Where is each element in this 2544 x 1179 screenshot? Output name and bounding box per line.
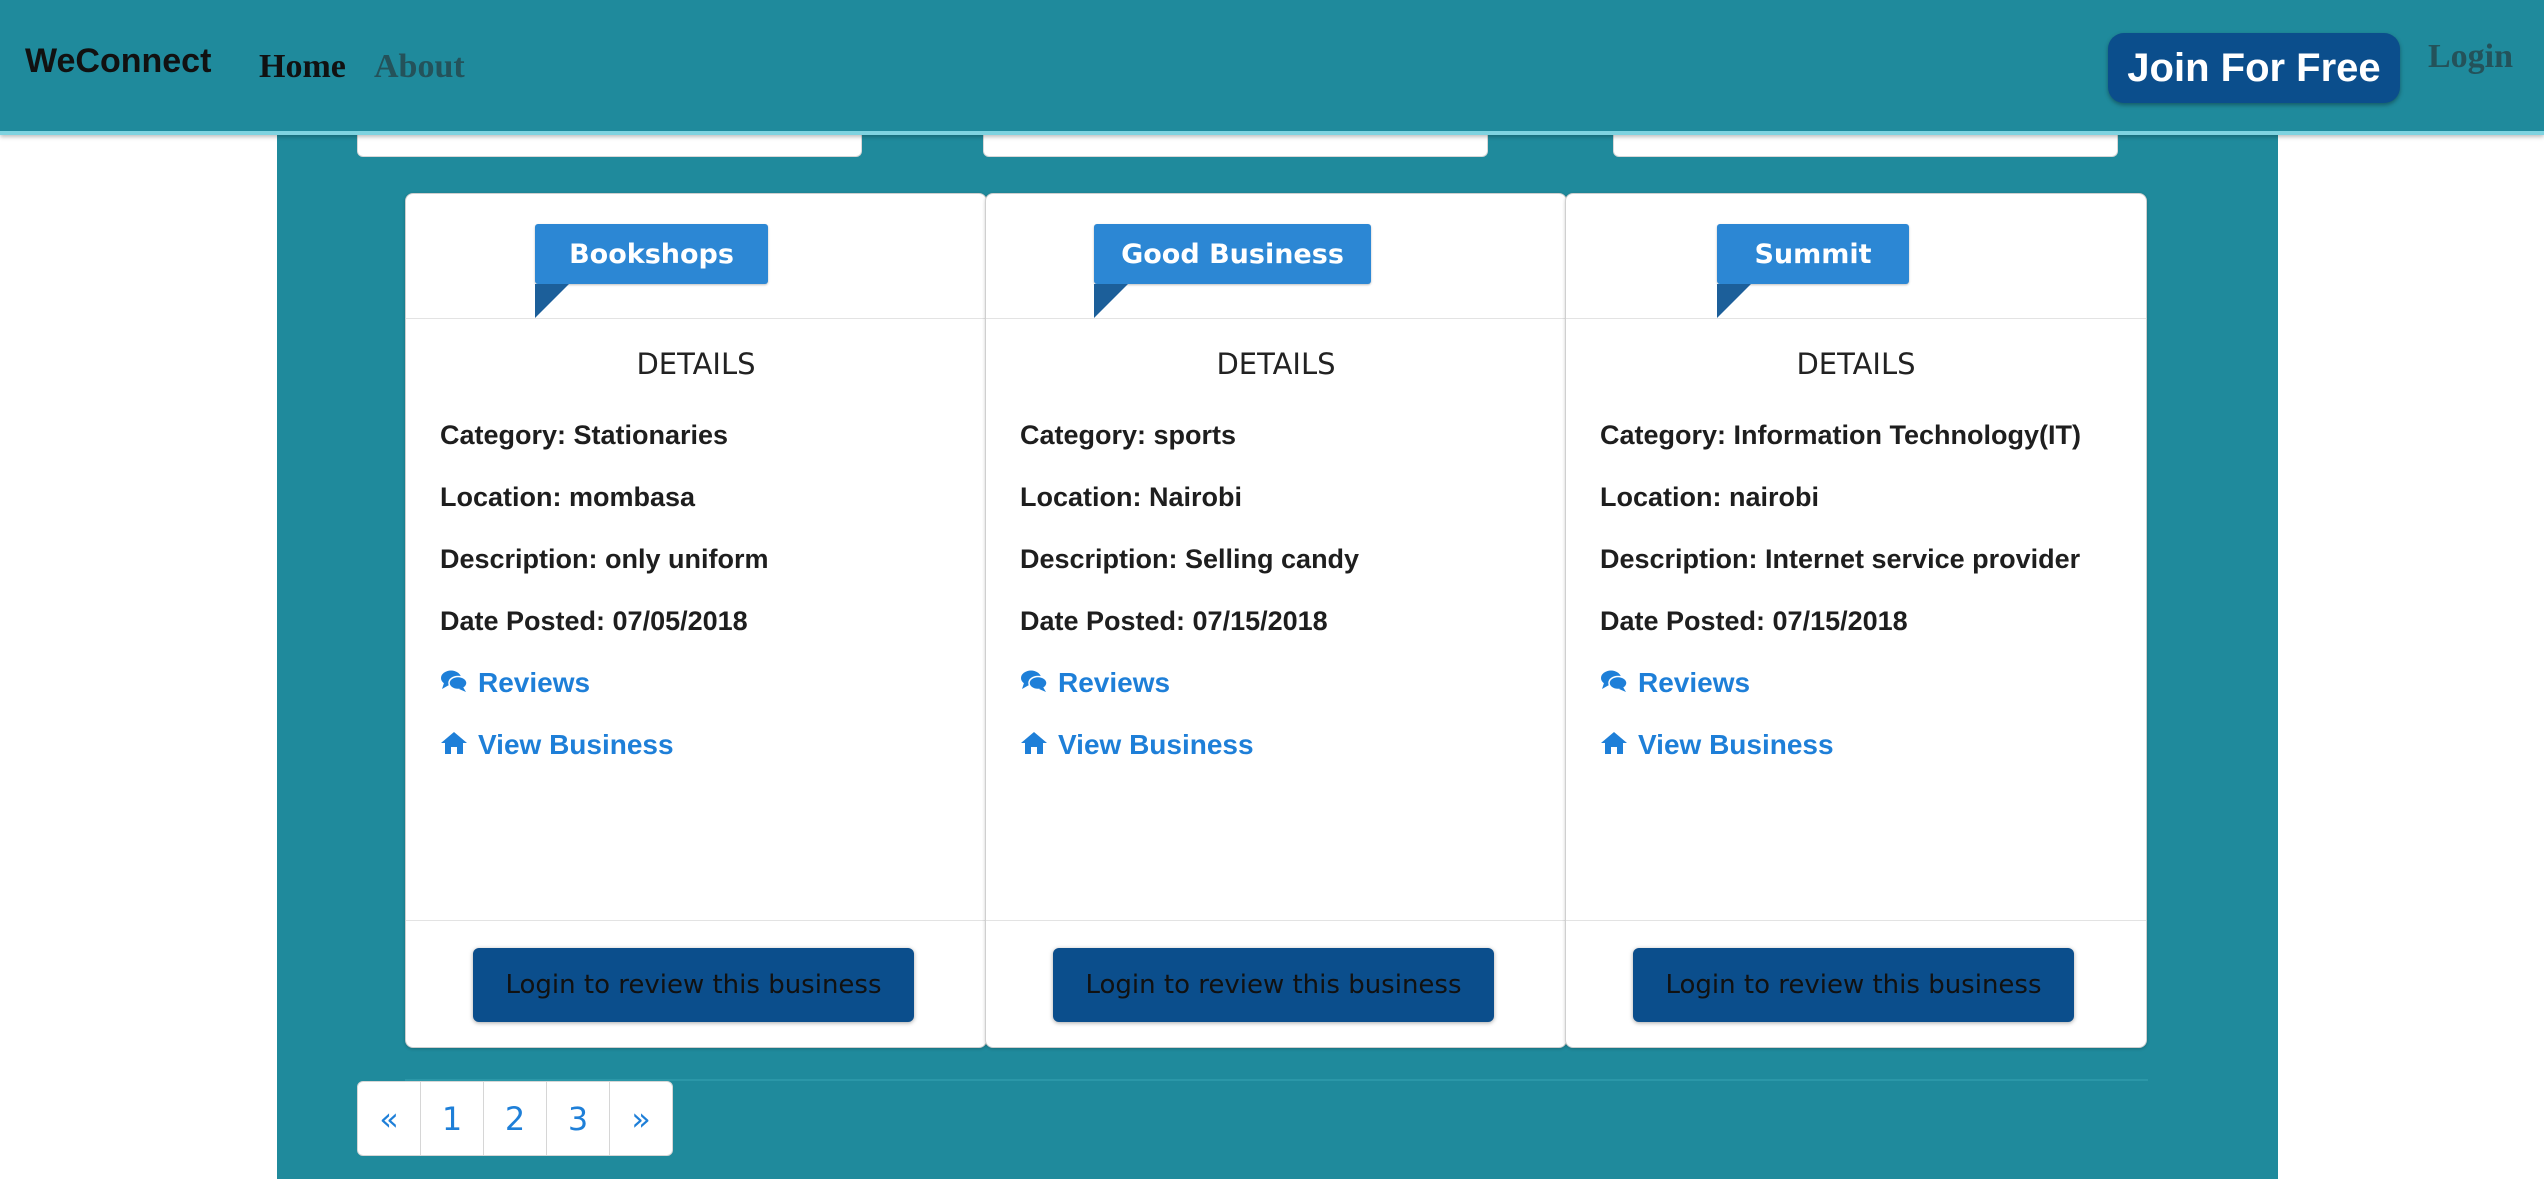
details-heading: DETAILS bbox=[1216, 347, 1336, 381]
home-icon bbox=[440, 731, 468, 760]
reviews-link-label[interactable]: Reviews bbox=[1638, 667, 1750, 699]
view-business-link[interactable]: View Business bbox=[440, 729, 674, 761]
ribbon-fold bbox=[1717, 284, 1751, 318]
business-name-ribbon: Good Business bbox=[1094, 224, 1371, 284]
date-posted-field: Date Posted: 07/15/2018 bbox=[1020, 606, 1328, 636]
date-posted-field: Date Posted: 07/05/2018 bbox=[440, 606, 748, 636]
view-business-link-label[interactable]: View Business bbox=[1638, 729, 1834, 761]
login-to-review-button[interactable]: Login to review this business bbox=[1053, 948, 1494, 1022]
login-to-review-button[interactable]: Login to review this business bbox=[473, 948, 914, 1022]
card-header: Bookshops bbox=[406, 194, 986, 319]
pagination: « 1 2 3 » bbox=[357, 1081, 673, 1156]
reviews-link[interactable]: Reviews bbox=[1600, 667, 1750, 699]
reviews-link-label[interactable]: Reviews bbox=[1058, 667, 1170, 699]
description-field: Description: Internet service provider bbox=[1600, 544, 2081, 574]
nav-link-home[interactable]: Home bbox=[259, 48, 346, 86]
top-navbar: WeConnect Home About Join For Free Login bbox=[0, 0, 2544, 135]
pagination-prev[interactable]: « bbox=[358, 1082, 421, 1155]
home-icon bbox=[1020, 731, 1048, 760]
business-card: Bookshops DETAILS Category: Stationaries… bbox=[405, 193, 987, 1048]
description-field: Description: Selling candy bbox=[1020, 544, 1360, 574]
category-field: Category: Stationaries bbox=[440, 420, 729, 450]
view-business-link-label[interactable]: View Business bbox=[478, 729, 674, 761]
reviews-link-label[interactable]: Reviews bbox=[478, 667, 590, 699]
nav-link-about[interactable]: About bbox=[374, 48, 465, 86]
details-heading: DETAILS bbox=[636, 347, 756, 381]
nav-link-login[interactable]: Login bbox=[2428, 38, 2513, 76]
card-header: Good Business bbox=[986, 194, 1566, 319]
pagination-page-1[interactable]: 1 bbox=[421, 1082, 484, 1155]
card-header: Summit bbox=[1566, 194, 2146, 319]
view-business-link[interactable]: View Business bbox=[1020, 729, 1254, 761]
pagination-page-3[interactable]: 3 bbox=[547, 1082, 610, 1155]
join-for-free-button[interactable]: Join For Free bbox=[2108, 33, 2400, 103]
business-name-ribbon: Summit bbox=[1717, 224, 1909, 284]
comments-icon bbox=[440, 669, 468, 698]
comments-icon bbox=[1600, 669, 1628, 698]
business-card: Good Business DETAILS Category: sports L… bbox=[985, 193, 1567, 1048]
location-field: Location: nairobi bbox=[1600, 482, 1819, 512]
view-business-link-label[interactable]: View Business bbox=[1058, 729, 1254, 761]
ribbon-fold bbox=[535, 284, 569, 318]
date-posted-field: Date Posted: 07/15/2018 bbox=[1600, 606, 1908, 636]
reviews-link[interactable]: Reviews bbox=[1020, 667, 1170, 699]
business-card: Summit DETAILS Category: Information Tec… bbox=[1565, 193, 2147, 1048]
description-field: Description: only uniform bbox=[440, 544, 769, 574]
ribbon-fold bbox=[1094, 284, 1128, 318]
business-name-ribbon: Bookshops bbox=[535, 224, 768, 284]
login-to-review-button[interactable]: Login to review this business bbox=[1633, 948, 2074, 1022]
brand-logo[interactable]: WeConnect bbox=[25, 42, 211, 81]
location-field: Location: mombasa bbox=[440, 482, 696, 512]
comments-icon bbox=[1020, 669, 1048, 698]
category-field: Category: Information Technology(IT) bbox=[1600, 420, 2081, 450]
category-field: Category: sports bbox=[1020, 420, 1237, 450]
details-heading: DETAILS bbox=[1796, 347, 1916, 381]
pagination-page-2[interactable]: 2 bbox=[484, 1082, 547, 1155]
pagination-next[interactable]: » bbox=[610, 1082, 672, 1155]
location-field: Location: Nairobi bbox=[1020, 482, 1242, 512]
view-business-link[interactable]: View Business bbox=[1600, 729, 1834, 761]
reviews-link[interactable]: Reviews bbox=[440, 667, 590, 699]
home-icon bbox=[1600, 731, 1628, 760]
